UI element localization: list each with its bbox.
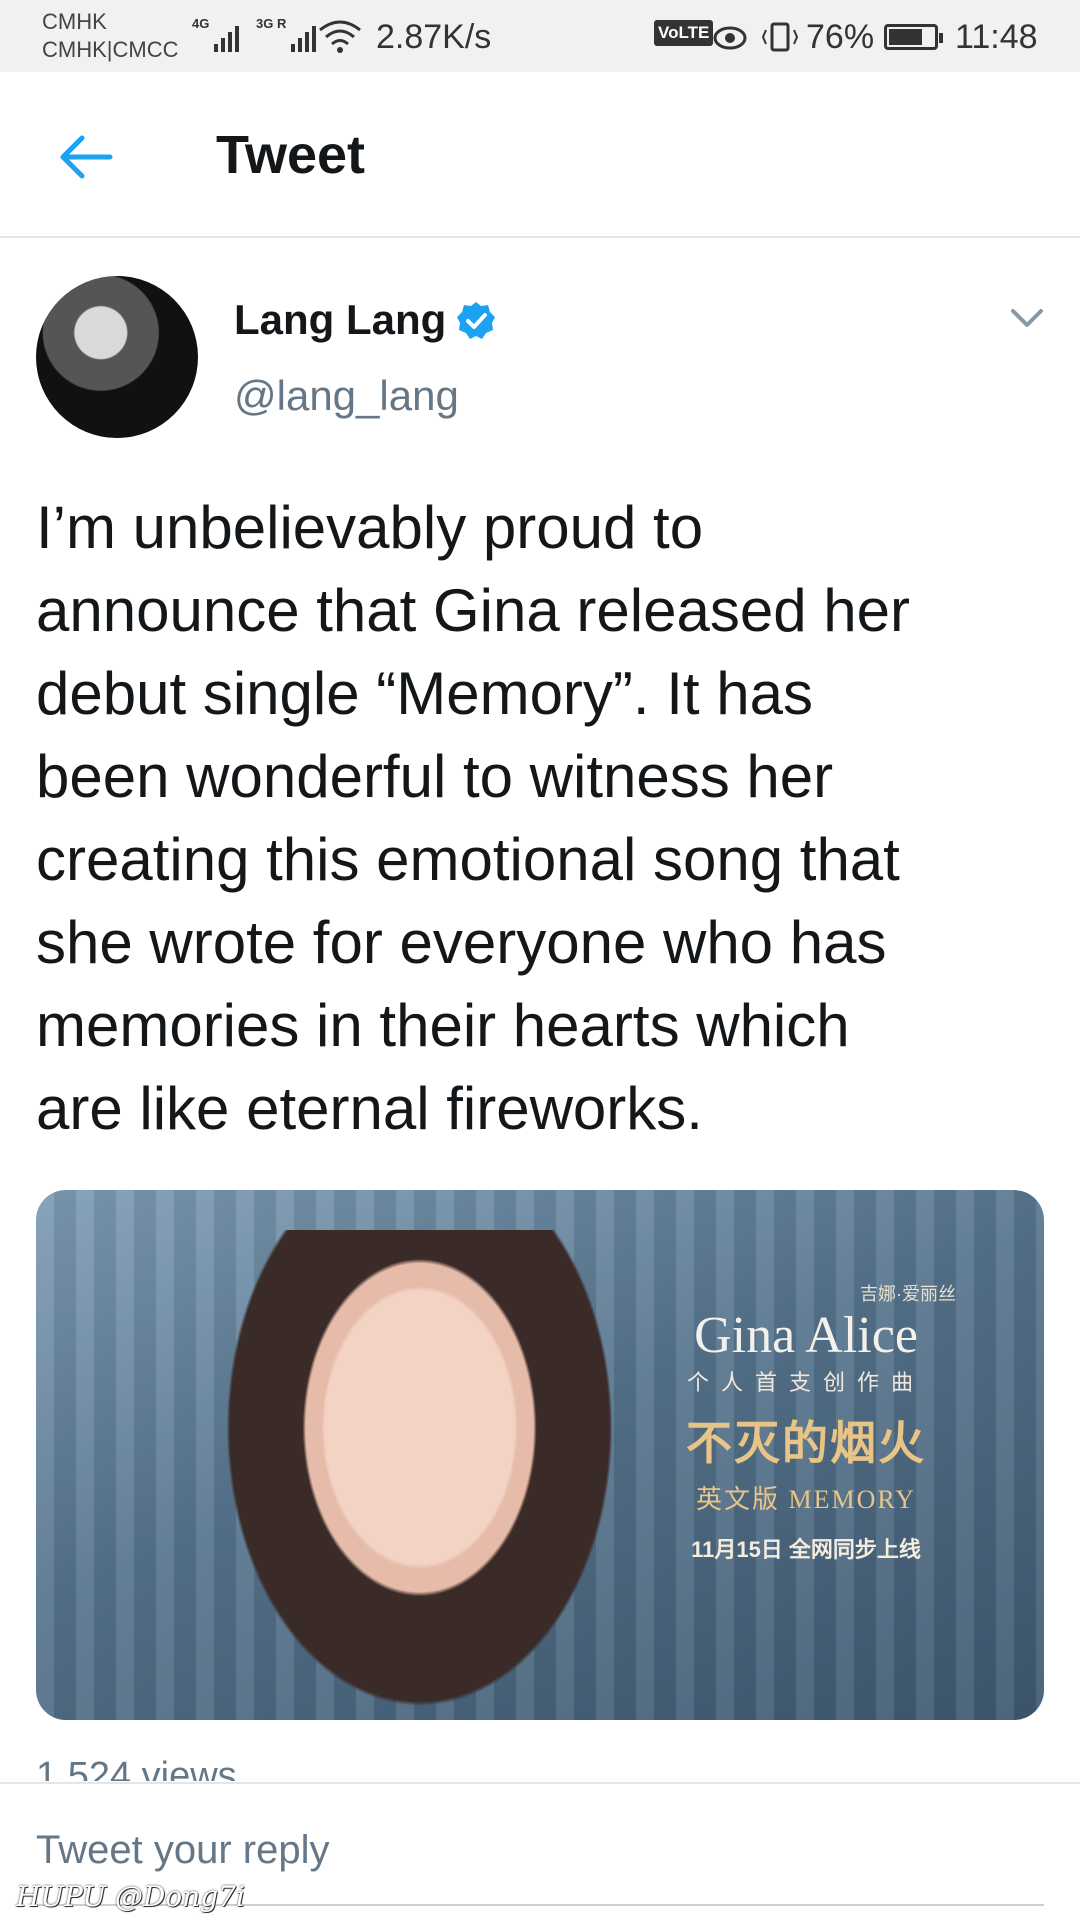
carrier-1: CMHK xyxy=(42,9,107,34)
signal-icon-2: 3G R xyxy=(256,16,317,52)
net-speed: 2.87K/s xyxy=(376,18,492,56)
avatar[interactable] xyxy=(36,276,198,438)
poster-small: 吉娜·爱丽丝 xyxy=(860,1284,956,1304)
poster-date: 11月15日 全网同步上线 xyxy=(691,1537,921,1562)
portrait-figure xyxy=(196,1230,626,1720)
eye-comfort-icon xyxy=(713,26,747,50)
status-bar: CMHK CMHK|CMCC 4G 3G R 2.87K/s VoLTE 76%… xyxy=(0,0,1080,72)
carrier-info: CMHK CMHK|CMCC xyxy=(42,8,178,64)
page-title: Tweet xyxy=(216,125,366,185)
poster-version: 英文版 MEMORY xyxy=(695,1485,917,1514)
carrier-2: CMHK|CMCC xyxy=(42,37,179,62)
app-header: Tweet xyxy=(0,72,1080,238)
view-count[interactable]: 1,524 views xyxy=(36,1755,237,1781)
back-arrow-icon[interactable] xyxy=(58,132,114,182)
tweet-text: I’m unbelievably proud to announce that … xyxy=(36,494,910,1142)
author-handle[interactable]: @lang_lang xyxy=(234,372,459,420)
poster-name: Gina Alice xyxy=(694,1307,918,1364)
network-type-1: 4G xyxy=(192,16,210,31)
poster-title-cn: 不灭的烟火 xyxy=(686,1417,926,1469)
network-type-2: 3G R xyxy=(256,16,287,31)
poster-text: 吉娜·爱丽丝 Gina Alice 个人首支创作曲 不灭的烟火 英文版 MEMO… xyxy=(636,1280,976,1564)
wifi-icon xyxy=(319,20,361,53)
battery-percent: 76% xyxy=(806,18,875,56)
vibrate-icon xyxy=(761,22,799,52)
reply-input[interactable]: Tweet your reply xyxy=(36,1828,329,1873)
chevron-down-icon[interactable] xyxy=(1010,306,1044,330)
verified-badge-icon xyxy=(457,302,495,339)
clock: 11:48 xyxy=(955,18,1038,56)
volte-badge: VoLTE xyxy=(654,20,714,46)
watermark: HUPU @Dong7i xyxy=(16,1880,245,1913)
signal-icon: 4G xyxy=(192,16,240,52)
tweet-image[interactable]: 吉娜·爱丽丝 Gina Alice 个人首支创作曲 不灭的烟火 英文版 MEMO… xyxy=(36,1190,1044,1720)
battery-icon xyxy=(884,24,943,50)
poster-sub: 个人首支创作曲 xyxy=(686,1370,925,1395)
author-name[interactable]: Lang Lang xyxy=(234,296,446,344)
